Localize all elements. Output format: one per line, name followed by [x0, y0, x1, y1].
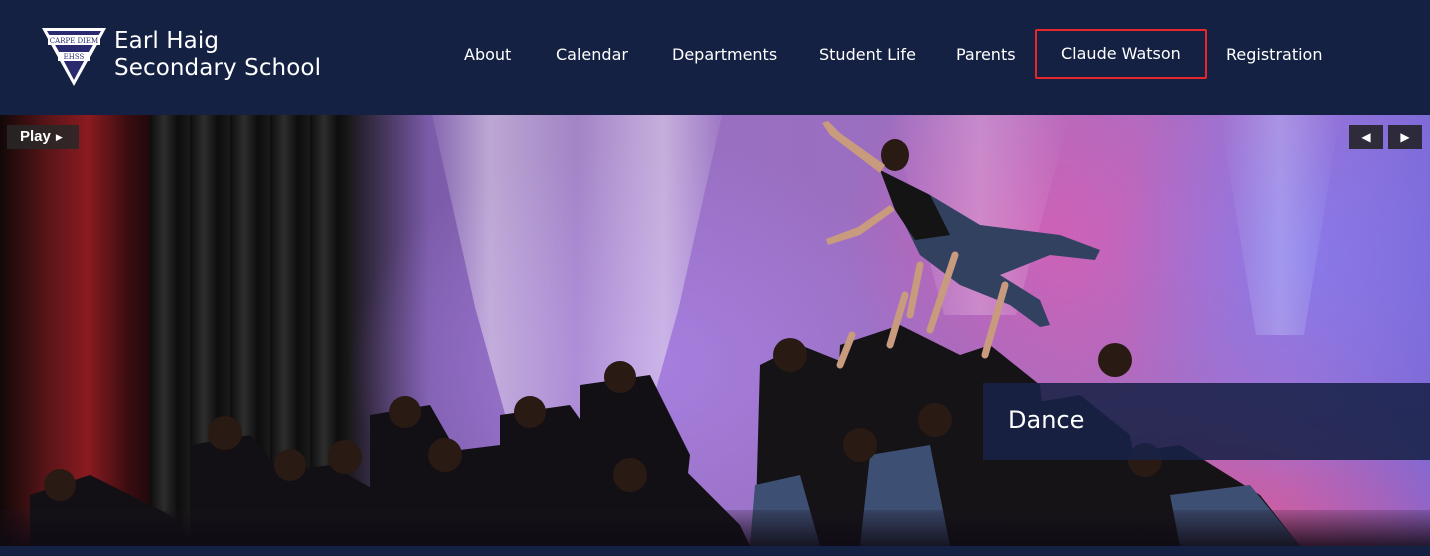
next-slide-button[interactable]: ▶	[1388, 125, 1422, 149]
nav-item-parents[interactable]: Parents	[956, 42, 1016, 68]
site-header: CARPE DIEM EHSS Earl Haig Secondary Scho…	[0, 0, 1430, 115]
play-button[interactable]: Play ▶	[7, 125, 79, 149]
nav-item-departments[interactable]: Departments	[672, 42, 777, 68]
nav-item-student-life[interactable]: Student Life	[819, 42, 916, 68]
chevron-left-icon: ◀	[1361, 130, 1371, 144]
stage-floor	[0, 510, 1430, 546]
chevron-right-icon: ▶	[1400, 130, 1410, 144]
nav-item-calendar[interactable]: Calendar	[556, 42, 628, 68]
slide-caption: Dance	[983, 383, 1430, 460]
nav-item-registration[interactable]: Registration	[1226, 42, 1322, 68]
nav-item-about[interactable]: About	[464, 42, 511, 68]
bottom-strip	[0, 546, 1430, 556]
play-triangle-icon: ▶	[55, 132, 63, 142]
main-nav: About Calendar Departments Student Life …	[0, 0, 1430, 115]
nav-item-claude-watson[interactable]: Claude Watson	[1035, 29, 1207, 79]
dancers-photo	[30, 121, 1300, 546]
play-label: Play	[20, 128, 51, 145]
prev-slide-button[interactable]: ◀	[1349, 125, 1383, 149]
hero-slideshow: Play ▶ ◀ ▶ Dance	[0, 115, 1430, 546]
